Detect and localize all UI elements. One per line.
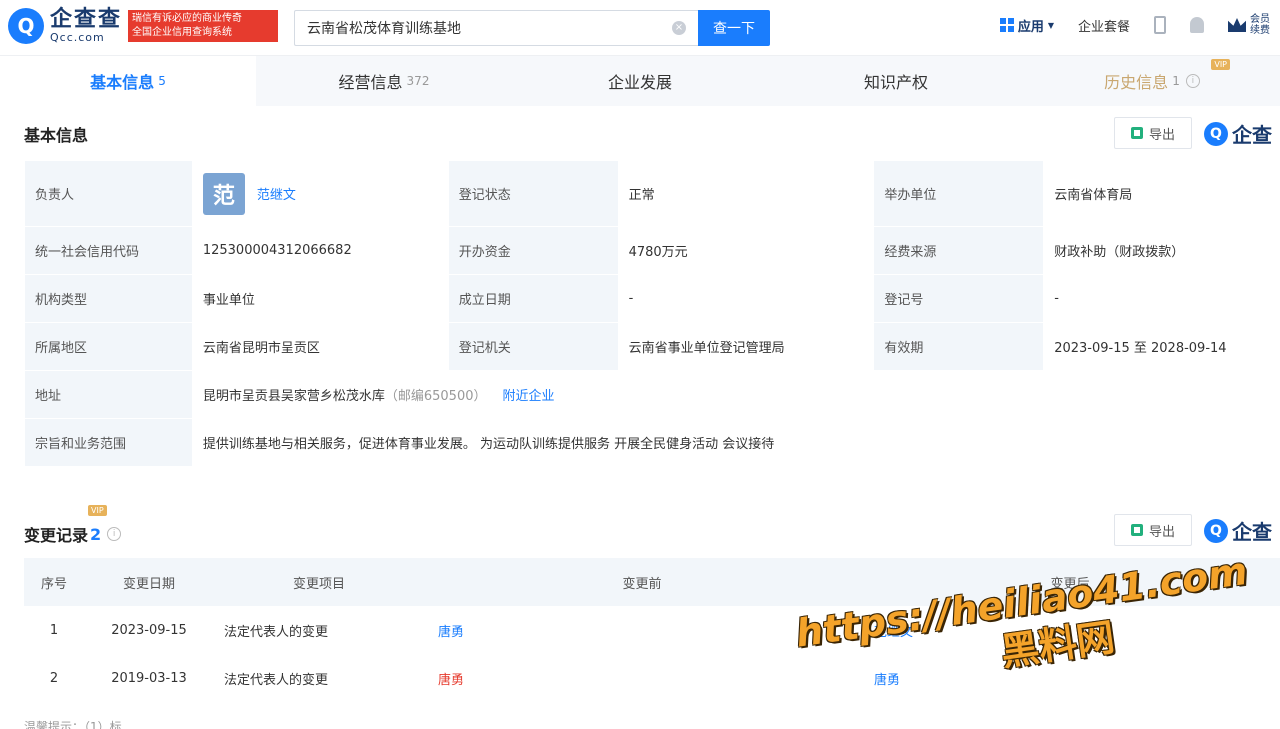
row-item: 法定代表人的变更 [224,672,329,688]
row-no: 2 [49,670,59,686]
slogan-badge: 瑞信有诉必应的商业传奇 全国企业信用查询系统 [128,10,279,42]
clear-icon[interactable]: × [672,21,686,35]
brand-logo: Q 企查 [1204,119,1272,148]
credit-code-label: 统一社会信用代码 [24,226,193,275]
brand-logo: Q 企查 [1204,516,1272,545]
basic-info-title: 基本信息 [24,126,89,145]
row-item: 法定代表人的变更 [224,624,329,640]
export-button[interactable]: 导出 [1114,514,1192,546]
logo-mark: Q [8,8,44,44]
vip-badge: VIP [88,505,107,516]
validity-label: 有效期 [873,322,1045,371]
tab-history[interactable]: VIP 历史信息 1 i [1024,56,1280,106]
section-tabs: 基本信息 5 经营信息 372 企业发展 知识产权 VIP 历史信息 1 i [0,56,1280,106]
phone-icon[interactable] [1154,16,1166,34]
grid-icon [999,18,1014,32]
logo-mark: Q [1204,518,1228,543]
region-label: 所属地区 [24,322,193,371]
table-row: 统一社会信用代码 125300004312066682 开办资金 4780万元 … [24,226,1280,275]
org-label: 举办单位 [873,160,1045,227]
top-nav: 应用 ▼ 企业套餐 会员 续费 [999,14,1270,36]
logo[interactable]: Q 企查查 Qcc.com 瑞信有诉必应的商业传奇 全国企业信用查询系统 [8,7,279,44]
reg-no-label: 登记号 [873,274,1045,323]
authority-value: 云南省事业单位登记管理局 [617,322,875,371]
apps-menu-button[interactable]: 应用 ▼ [999,16,1054,35]
table-row: 负责人 范范继文 登记状态 正常 举办单位 云南省体育局 [24,160,1280,227]
table-row: 所属地区 云南省昆明市呈贡区 登记机关 云南省事业单位登记管理局 有效期 202… [24,322,1280,371]
excel-icon [1130,524,1143,536]
address-label: 地址 [24,370,193,419]
scope-label: 宗旨和业务范围 [24,418,193,467]
logo-domain: Qcc.com [50,31,105,44]
tab-basic-info[interactable]: 基本信息 5 [0,56,256,106]
credit-code-value: 125300004312066682 [191,226,449,275]
chevron-down-icon: ▼ [1047,20,1054,30]
table-row: 机构类型 事业单位 成立日期 - 登记号 - [24,274,1280,323]
bell-icon[interactable] [1190,17,1204,33]
search-box: × [294,10,698,46]
person-label: 负责人 [24,160,193,227]
region-value: 云南省昆明市呈贡区 [191,322,449,371]
info-icon[interactable]: i [1185,74,1200,88]
top-bar: Q 企查查 Qcc.com 瑞信有诉必应的商业传奇 全国企业信用查询系统 × 查… [0,0,1280,56]
table-row: 地址 昆明市呈贡县吴家营乡松茂水库（邮编650500） 附近企业 [24,370,1280,419]
org-type-label: 机构类型 [24,274,193,323]
capital-label: 开办资金 [447,226,619,275]
reg-no-value: - [1043,274,1280,323]
row-date: 2019-03-13 [111,670,187,686]
change-records-title: 变更记录 2 i [24,522,122,546]
vip-badge: VIP [1211,59,1230,70]
row-date: 2023-09-15 [111,622,187,638]
person-cell: 范范继文 [191,160,449,227]
col-date: 变更日期 [84,558,214,606]
person-link[interactable]: 范继文 [257,188,296,203]
table-row: 宗旨和业务范围 提供训练基地与相关服务，促进体育事业发展。 为运动队训练提供服务… [24,418,1280,467]
col-item: 变更项目 [214,558,424,606]
export-button[interactable]: 导出 [1114,117,1192,149]
validity-value: 2023-09-15 至 2028-09-14 [1043,322,1280,371]
address-value: 昆明市呈贡县吴家营乡松茂水库 [202,389,385,404]
row-no: 1 [49,622,59,638]
change-count: 2 [90,524,102,544]
crown-icon [1228,18,1246,32]
org-value: 云南省体育局 [1043,160,1280,227]
founded-label: 成立日期 [447,274,619,323]
tab-development[interactable]: 企业发展 [512,56,768,106]
nearby-companies-link[interactable]: 附近企业 [503,389,555,404]
address-zip: （邮编650500） [384,389,487,404]
fund-source-value: 财政补助（财政拨款） [1043,226,1280,275]
col-no: 序号 [24,558,84,606]
tab-business-info[interactable]: 经营信息 372 [256,56,512,106]
scope-value: 提供训练基地与相关服务，促进体育事业发展。 为运动队训练提供服务 开展全民健身活… [191,418,1280,467]
col-before: 变更前 [424,558,860,606]
footnote: 温馨提示：（1）标 [24,720,122,729]
avatar[interactable]: 范 [202,172,245,215]
search-button[interactable]: 查一下 [698,10,770,46]
status-label: 登记状态 [447,160,619,227]
capital-value: 4780万元 [617,226,875,275]
org-type-value: 事业单位 [191,274,449,323]
member-renew-button[interactable]: 会员 续费 [1228,14,1270,36]
package-link[interactable]: 企业套餐 [1078,16,1130,35]
info-icon[interactable]: i [107,527,122,541]
authority-label: 登记机关 [447,322,619,371]
status-value: 正常 [617,160,875,227]
address-value-cell: 昆明市呈贡县吴家营乡松茂水库（邮编650500） 附近企业 [191,370,1280,419]
logo-name: 企查查 [50,7,123,32]
logo-mark: Q [1204,121,1228,146]
excel-icon [1130,127,1143,139]
fund-source-label: 经费来源 [873,226,1045,275]
founded-value: - [617,274,875,323]
tab-ip[interactable]: 知识产权 [768,56,1024,106]
basic-info-table: 负责人 范范继文 登记状态 正常 举办单位 云南省体育局 统一社会信用代码 12… [24,160,1280,467]
search-input[interactable] [295,11,698,45]
